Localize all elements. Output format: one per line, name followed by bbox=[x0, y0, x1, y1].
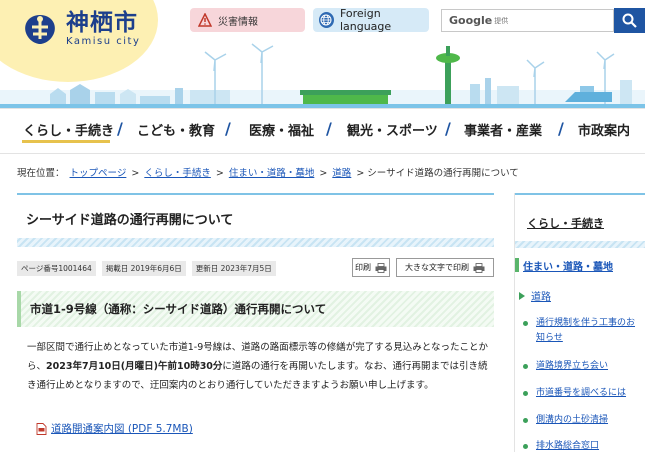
bullet-icon bbox=[523, 364, 528, 369]
search-button[interactable] bbox=[614, 8, 645, 33]
page-number: ページ番号1001464 bbox=[17, 260, 96, 276]
breadcrumb-link-roads[interactable]: 道路 bbox=[332, 168, 351, 179]
pdf-link-row: 道路開通案内図 (PDF 5.7MB) bbox=[36, 421, 193, 436]
nav-separator: / bbox=[117, 119, 123, 138]
bullet-icon bbox=[523, 418, 528, 423]
page-title: シーサイド道路の通行再開について bbox=[26, 213, 234, 228]
nav-item-city-info[interactable]: 市政案内 bbox=[578, 120, 630, 139]
print-large-text-button[interactable]: 大きな文字で印刷 bbox=[396, 258, 494, 277]
nav-item-tourism-sports[interactable]: 観光・スポーツ bbox=[347, 120, 438, 139]
active-nav-indicator bbox=[22, 140, 110, 143]
disaster-info-button[interactable]: 災害情報 bbox=[190, 8, 305, 32]
nav-separator: / bbox=[225, 119, 231, 138]
sidebar-subheading-bar bbox=[515, 258, 519, 272]
page-title-box: シーサイド道路の通行再開について bbox=[17, 193, 494, 247]
sidebar-list-item: 道路境界立ち会い bbox=[523, 359, 641, 374]
city-name: 神栖市 bbox=[66, 10, 138, 36]
sidebar-heading-box: くらし・手続き bbox=[515, 193, 645, 248]
nav-separator: / bbox=[445, 119, 451, 138]
breadcrumb-separator: > bbox=[356, 168, 365, 179]
nav-separator: / bbox=[326, 119, 332, 138]
city-skyline-illustration bbox=[0, 43, 645, 108]
search-input[interactable]: Google 提供 bbox=[441, 9, 614, 32]
search-brand-label: Google bbox=[449, 14, 493, 27]
bullet-icon bbox=[523, 391, 528, 396]
site-header: 神栖市 Kamisu city 災害情報 Foreign language Go… bbox=[0, 0, 645, 108]
pdf-link[interactable]: 道路開通案内図 (PDF 5.7MB) bbox=[51, 421, 193, 436]
page: 神栖市 Kamisu city 災害情報 Foreign language Go… bbox=[0, 0, 645, 452]
section-heading-box: 市道1-9号線（通称：シーサイド道路）通行再開について bbox=[17, 291, 494, 327]
printer-icon bbox=[375, 262, 387, 273]
sidebar-heading[interactable]: くらし・手続き bbox=[527, 215, 604, 231]
warning-icon bbox=[198, 13, 212, 27]
breadcrumb-link-living[interactable]: くらし・手続き bbox=[144, 168, 211, 179]
section-heading: 市道1-9号線（通称：シーサイド道路）通行再開について bbox=[30, 302, 327, 316]
sidebar: くらし・手続き 住まい・道路・墓地 道路 通行規制を伴う工事のお知らせ 道路境界… bbox=[514, 193, 645, 452]
breadcrumb-prefix: 現在位置： bbox=[17, 168, 65, 179]
disaster-info-label: 災害情報 bbox=[218, 16, 258, 28]
foreign-language-button[interactable]: Foreign language bbox=[313, 7, 429, 33]
global-nav: くらし・手続き / こども・教育 / 医療・福祉 / 観光・スポーツ / 事業者… bbox=[0, 108, 645, 154]
nav-item-living[interactable]: くらし・手続き bbox=[23, 120, 114, 139]
triangle-arrow-icon bbox=[519, 291, 525, 300]
sidebar-list-item: 排水路総合窓口 bbox=[523, 439, 641, 452]
sidebar-category-link[interactable]: 道路 bbox=[531, 288, 551, 303]
title-stripe-decoration bbox=[17, 238, 494, 247]
body-text: 一部区間で通行止めとなっていた市道1-9号線は、道路の路面標示等の修繕が完了する… bbox=[27, 338, 489, 395]
sidebar-list-item: 側溝内の土砂清掃 bbox=[523, 413, 641, 428]
sidebar-link-boundary[interactable]: 道路境界立ち会い bbox=[536, 359, 641, 374]
sidebar-subheading-link[interactable]: 住まい・道路・墓地 bbox=[523, 258, 613, 273]
sidebar-stripe-decoration bbox=[515, 241, 645, 248]
nav-item-business[interactable]: 事業者・産業 bbox=[464, 120, 542, 139]
nav-item-kids-education[interactable]: こども・教育 bbox=[137, 120, 215, 139]
bullet-icon bbox=[523, 321, 528, 326]
sidebar-category: 道路 bbox=[519, 288, 551, 303]
breadcrumb-separator: > bbox=[131, 168, 140, 179]
breadcrumb-link-top[interactable]: トップページ bbox=[70, 168, 127, 179]
posted-date: 掲載日 2019年6月6日 bbox=[101, 260, 186, 276]
nav-item-medical-welfare[interactable]: 医療・福祉 bbox=[249, 120, 314, 139]
printer-icon bbox=[473, 262, 485, 273]
sidebar-subheading: 住まい・道路・墓地 bbox=[515, 255, 645, 275]
sidebar-list-item: 通行規制を伴う工事のお知らせ bbox=[523, 316, 641, 346]
sidebar-link-construction-notice[interactable]: 通行規制を伴う工事のお知らせ bbox=[536, 316, 641, 346]
page-meta: ページ番号1001464 掲載日 2019年6月6日 更新日 2023年7月5日 bbox=[17, 260, 282, 276]
print-label: 印刷 bbox=[355, 263, 371, 272]
updated-date: 更新日 2023年7月5日 bbox=[191, 260, 276, 276]
breadcrumb-separator: > bbox=[215, 168, 224, 179]
breadcrumb: 現在位置： トップページ > くらし・手続き > 住まい・道路・墓地 > 道路 > シーサイド道… bbox=[17, 165, 519, 179]
bullet-icon bbox=[523, 444, 528, 449]
breadcrumb-current: シーサイド道路の通行再開について bbox=[367, 168, 519, 179]
nav-separator: / bbox=[558, 119, 564, 138]
breadcrumb-link-housing[interactable]: 住まい・道路・墓地 bbox=[229, 168, 315, 179]
sidebar-list-item: 市道番号を調べるには bbox=[523, 386, 641, 401]
search-provider-label: 提供 bbox=[494, 16, 509, 25]
sidebar-link-ditch-cleaning[interactable]: 側溝内の土砂清掃 bbox=[536, 413, 641, 428]
reopen-datetime: 2023年7月10日(月曜日)午前10時30分 bbox=[46, 361, 223, 372]
pdf-icon bbox=[36, 422, 47, 435]
print-large-label: 大きな文字で印刷 bbox=[405, 263, 469, 272]
breadcrumb-separator: > bbox=[319, 168, 328, 179]
search-icon bbox=[622, 13, 637, 28]
sidebar-link-drainage-desk[interactable]: 排水路総合窓口 bbox=[536, 439, 641, 452]
print-button[interactable]: 印刷 bbox=[352, 258, 390, 277]
globe-icon bbox=[319, 12, 334, 28]
sidebar-link-road-number[interactable]: 市道番号を調べるには bbox=[536, 386, 641, 401]
foreign-language-label: Foreign language bbox=[339, 7, 392, 33]
